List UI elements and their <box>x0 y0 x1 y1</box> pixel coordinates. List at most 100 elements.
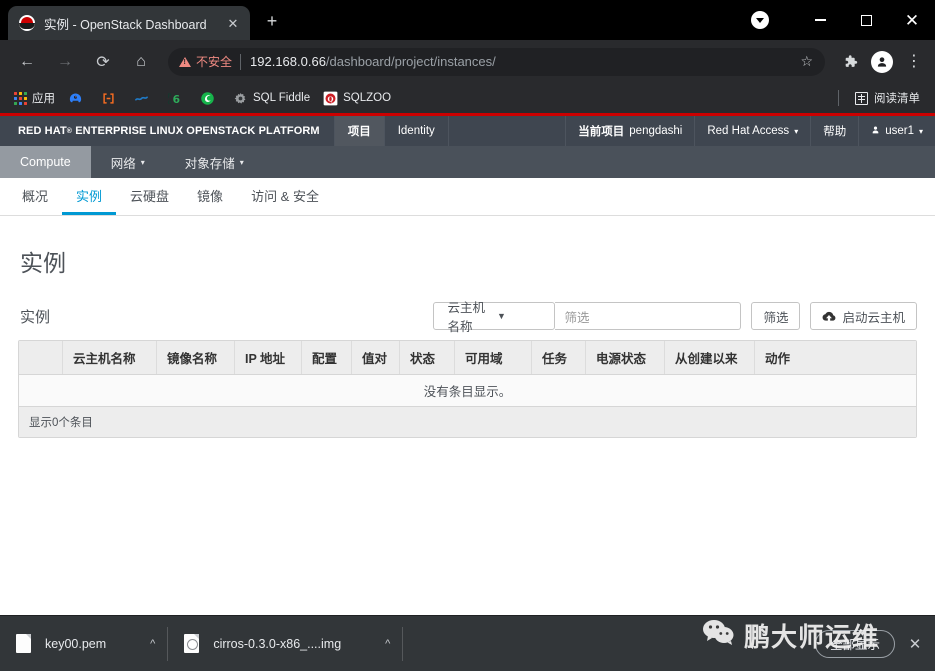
window-controls: ✕ <box>751 0 935 40</box>
launch-instance-button[interactable]: 启动云主机 <box>810 302 917 330</box>
chevron-up-icon[interactable]: ^ <box>150 638 155 650</box>
redhat-logo-icon <box>19 15 35 31</box>
puzzle-piece-icon[interactable] <box>837 49 863 75</box>
tab-search-icon[interactable] <box>751 11 769 29</box>
filter-input-placeholder: 筛选 <box>564 310 590 325</box>
filter-field-select[interactable]: 云主机名称 ▼ <box>433 301 556 334</box>
close-icon: ✕ <box>904 10 920 30</box>
table-col-availability-zone: 可用域 <box>455 341 532 374</box>
browser-menu-icon[interactable]: ⋮ <box>901 49 927 75</box>
close-download-bar-button[interactable]: ✕ <box>895 635 935 653</box>
bookmark-green-browser[interactable] <box>194 87 226 109</box>
reading-list-area: 阅读清单 <box>828 87 927 109</box>
filter-button[interactable]: 筛选 <box>751 302 801 330</box>
table-col-flavor: 配置 <box>302 341 352 374</box>
table-header-row: 云主机名称 镜像名称 IP 地址 配置 值对 状态 可用域 任务 电源状态 从创… <box>19 341 916 375</box>
table-empty-message: 没有条目显示。 <box>19 375 916 407</box>
topnav-spacer <box>447 116 566 146</box>
browser-window: 实例 - OpenStack Dashboard ✕ + ✕ ← → ⟳ ⌂ 不… <box>0 0 935 671</box>
table-col-uptime: 从创建以来 <box>665 341 755 374</box>
current-project[interactable]: 当前项目 pengdashi <box>565 116 694 146</box>
topnav-item-identity[interactable]: Identity <box>383 116 448 146</box>
svg-text:o: o <box>168 99 172 106</box>
window-close-button[interactable]: ✕ <box>889 0 935 40</box>
bookmark-apps[interactable]: 应用 <box>8 87 61 109</box>
bookmark-blue-wave[interactable] <box>128 87 160 109</box>
p6-green-icon: Po6 <box>167 91 182 106</box>
table-col-actions: 动作 <box>765 352 791 366</box>
close-icon[interactable]: ✕ <box>224 14 242 32</box>
url-text: 192.168.0.66/dashboard/project/instances… <box>250 54 496 69</box>
chevron-down-icon: ▾ <box>918 126 923 136</box>
chevron-up-icon[interactable]: ^ <box>385 638 390 650</box>
back-icon[interactable]: ← <box>13 48 41 76</box>
bookmark-label: SQL Fiddle <box>253 92 311 104</box>
home-icon[interactable]: ⌂ <box>127 48 155 76</box>
divider <box>402 626 404 661</box>
subnav-item-object-storage[interactable]: 对象存储 ▾ <box>165 146 264 178</box>
subnav-item-compute[interactable]: Compute <box>0 146 91 178</box>
chevron-down-icon: ▾ <box>140 157 145 167</box>
warning-triangle-icon <box>179 56 191 67</box>
bookmark-p6[interactable]: Po6 <box>161 87 193 109</box>
subnav-label: Compute <box>20 155 71 169</box>
filter-toolbar: 云主机名称 ▼ 筛选 筛选 启动云主机 <box>433 301 917 334</box>
table-col-power-state: 电源状态 <box>586 341 665 374</box>
new-tab-button[interactable]: + <box>261 11 283 33</box>
user-menu[interactable]: user1 ▾ <box>858 116 935 146</box>
svg-text:6: 6 <box>173 92 180 105</box>
help-link[interactable]: 帮助 <box>810 116 858 146</box>
bookmark-sqlzoo[interactable]: Q SQLZOO <box>317 87 397 109</box>
openstack-topnav: RED HAT ® ENTERPRISE LINUX OPENSTACK PLAT… <box>0 116 935 146</box>
table-col-select <box>19 341 63 374</box>
browser-tab[interactable]: 实例 - OpenStack Dashboard ✕ <box>8 6 250 40</box>
redhat-access-label: Red Hat Access <box>707 125 790 137</box>
profile-avatar-icon[interactable] <box>869 49 895 75</box>
divider <box>240 53 242 70</box>
tab-overview[interactable]: 概况 <box>8 178 62 215</box>
bookmark-blue-controller[interactable] <box>62 87 94 109</box>
reload-icon[interactable]: ⟳ <box>89 48 117 76</box>
user-icon <box>871 125 880 138</box>
filter-field-value: 云主机名称 <box>447 301 485 334</box>
tab-instances[interactable]: 实例 <box>62 178 117 215</box>
bookmark-label: 应用 <box>32 93 55 105</box>
bookmark-orange-bracket[interactable] <box>95 87 127 109</box>
forward-icon[interactable]: → <box>51 48 79 76</box>
apps-grid-icon <box>14 91 27 105</box>
bookmark-sql-fiddle[interactable]: SQL Fiddle <box>227 87 316 109</box>
help-label: 帮助 <box>823 126 847 138</box>
filter-input[interactable]: 筛选 <box>555 302 742 330</box>
show-all-downloads-button[interactable]: 全部显示 <box>814 629 895 658</box>
brand-product: ENTERPRISE LINUX OPENSTACK PLATFORM <box>75 125 320 137</box>
tab-access-security[interactable]: 访问 & 安全 <box>237 178 333 215</box>
browser-titlebar: 实例 - OpenStack Dashboard ✕ + ✕ <box>0 0 935 40</box>
current-project-label: 当前项目 <box>578 126 625 138</box>
subnav-item-network[interactable]: 网络 ▾ <box>91 146 165 178</box>
table-col-task: 任务 <box>532 341 586 374</box>
table-col-instance-name: 云主机名称 <box>63 341 157 374</box>
address-bar[interactable]: 不安全 192.168.0.66/dashboard/project/insta… <box>168 47 825 76</box>
download-item-image[interactable]: cirros-0.3.0-x86_....img ^ <box>168 625 402 663</box>
red-badge-icon: Q <box>323 91 338 106</box>
maximize-button[interactable] <box>843 0 889 40</box>
chevron-down-icon: ▾ <box>794 126 799 136</box>
page-tabs: 概况 实例 云硬盘 镜像 访问 & 安全 <box>0 178 935 216</box>
reading-list-button[interactable]: 阅读清单 <box>849 87 926 109</box>
tab-images[interactable]: 镜像 <box>183 178 237 215</box>
minimize-button[interactable] <box>797 0 843 40</box>
reading-list-label: 阅读清单 <box>874 93 920 105</box>
topnav-right: 当前项目 pengdashi Red Hat Access ▾ 帮助 user1… <box>565 116 935 146</box>
reading-list-icon <box>855 91 868 105</box>
tab-title: 实例 - OpenStack Dashboard <box>44 17 207 32</box>
tab-volumes[interactable]: 云硬盘 <box>116 178 183 215</box>
bookmark-star-icon[interactable]: ☆ <box>800 53 813 70</box>
redhat-access-menu[interactable]: Red Hat Access ▾ <box>694 116 810 146</box>
table-col-status: 状态 <box>400 341 455 374</box>
table-col-image-name: 镜像名称 <box>157 341 235 374</box>
topnav-item-project[interactable]: 项目 <box>333 116 384 146</box>
url-path: /dashboard/project/instances/ <box>325 54 496 69</box>
download-item-key[interactable]: key00.pem ^ <box>0 625 167 663</box>
panel-header: 实例 云主机名称 ▼ 筛选 筛选 启动云主机 <box>18 288 917 340</box>
chevron-down-icon: ▼ <box>496 311 506 321</box>
